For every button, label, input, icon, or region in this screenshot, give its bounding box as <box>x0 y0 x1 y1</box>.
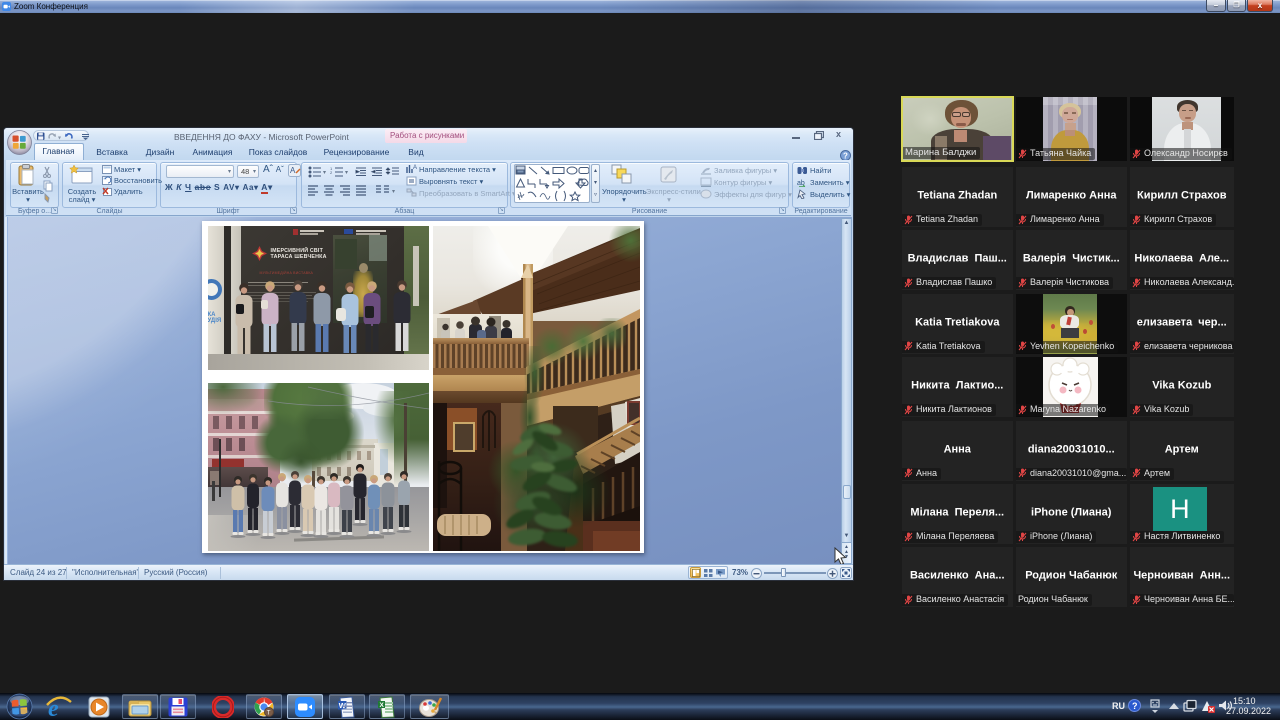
svg-text:▾: ▾ <box>323 170 326 176</box>
svg-text:2: 2 <box>330 170 333 175</box>
svg-text:A: A <box>290 166 296 175</box>
svg-text:X: X <box>380 702 385 709</box>
svg-text:T: T <box>267 710 271 716</box>
svg-text:▾: ▾ <box>345 170 348 176</box>
svg-text:A: A <box>413 165 417 171</box>
svg-text:▾: ▾ <box>392 189 395 195</box>
svg-text:?: ? <box>1132 701 1138 711</box>
svg-text:▾: ▾ <box>58 135 61 141</box>
